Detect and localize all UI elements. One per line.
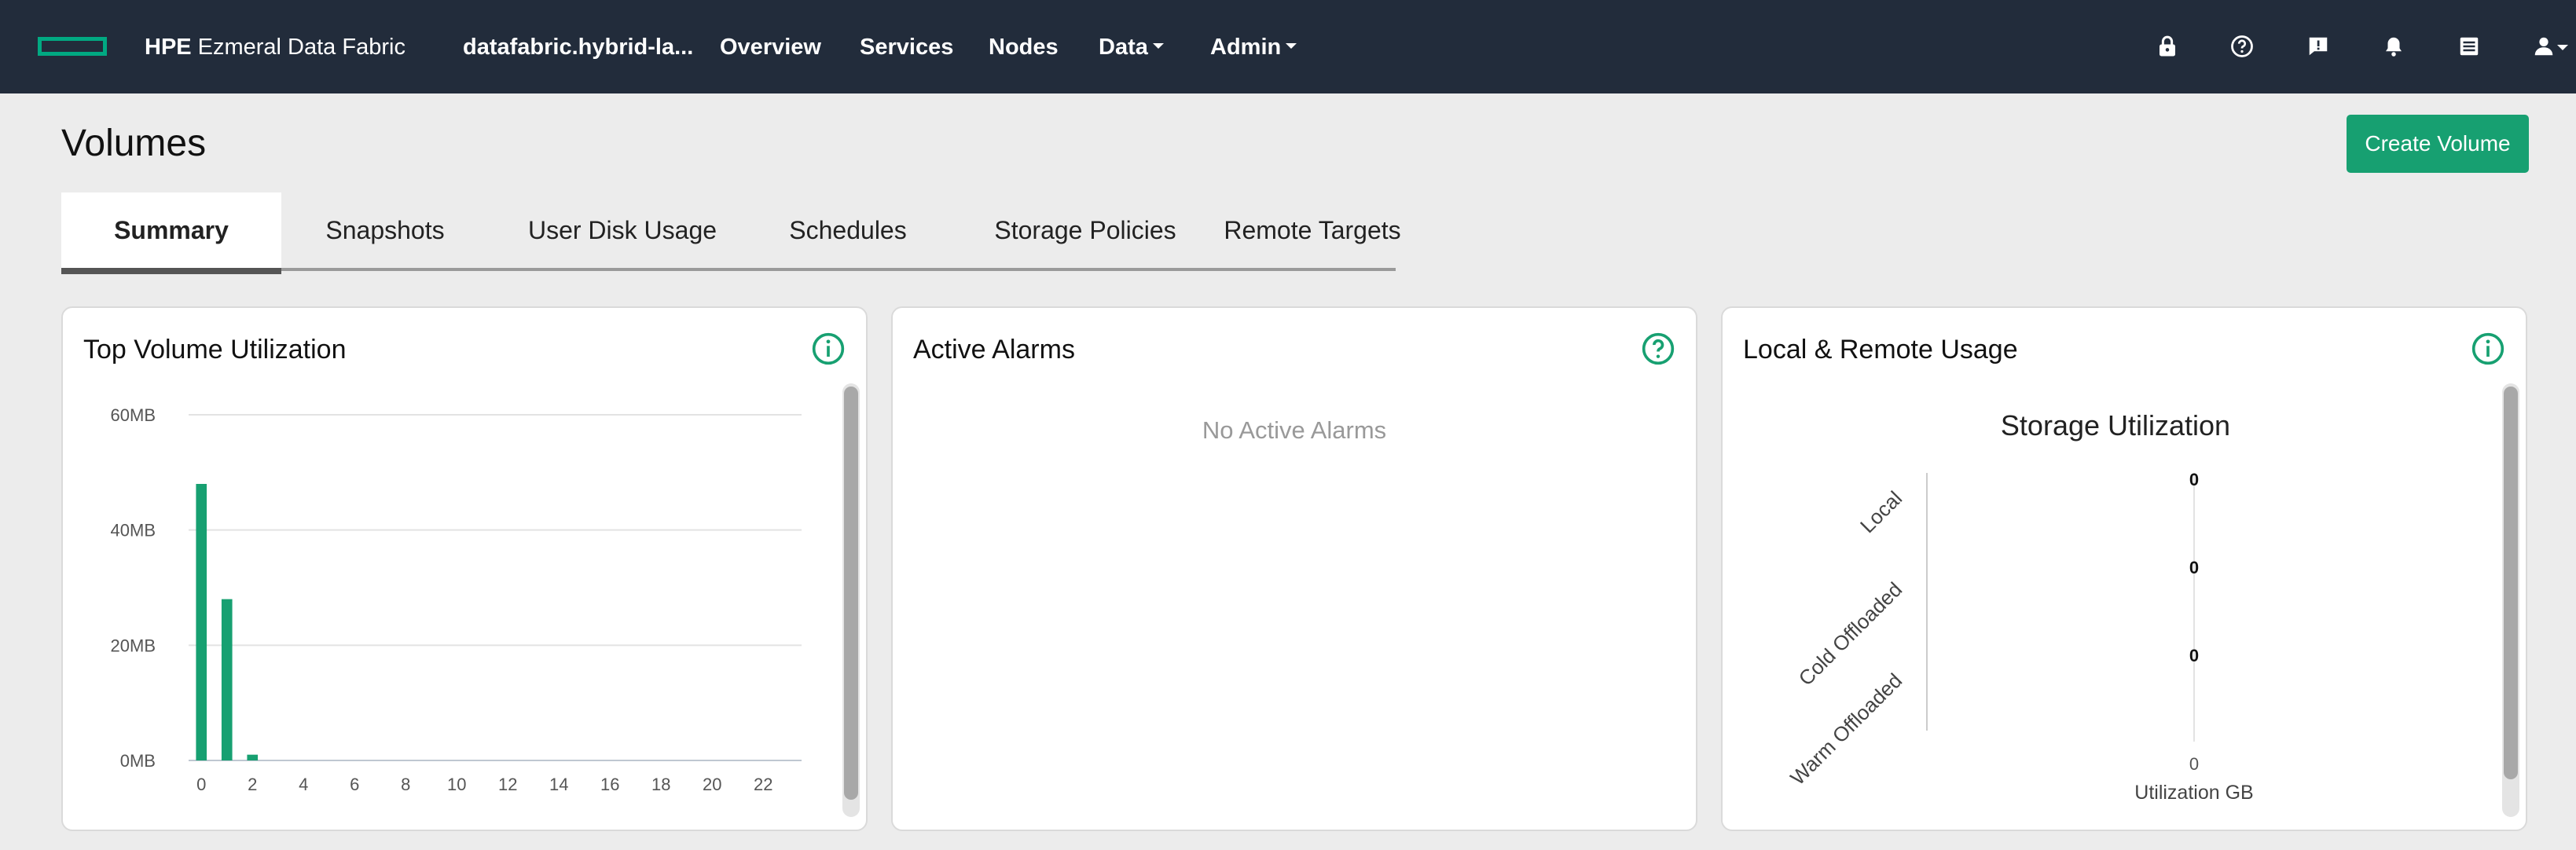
y-tick-label: 20MB	[111, 636, 156, 655]
tab-storage-policies[interactable]: Storage Policies	[963, 192, 1207, 271]
scrollbar[interactable]	[842, 383, 860, 817]
x-tick-label: 16	[600, 775, 619, 794]
chevron-down-icon	[1286, 42, 1297, 49]
storage-utilization-chart: Storage UtilizationLocal0Cold Offloaded0…	[1785, 409, 2254, 804]
category-label: Warm Offloaded	[1785, 669, 1906, 790]
x-tick-label: 10	[447, 775, 466, 794]
card-title: Local & Remote Usage	[1743, 335, 2018, 365]
cluster-name-link[interactable]: datafabric.hybrid-la...	[463, 31, 693, 63]
nav-admin-dropdown[interactable]: Admin	[1210, 31, 1297, 63]
info-icon[interactable]	[2471, 332, 2505, 366]
x-tick-label: 8	[401, 775, 410, 794]
chevron-down-icon	[2557, 45, 2568, 50]
help-icon[interactable]	[2230, 35, 2254, 58]
nav-admin-label: Admin	[1210, 35, 1282, 60]
tab-schedules[interactable]: Schedules	[773, 192, 923, 271]
nav-services[interactable]: Services	[860, 31, 953, 63]
tab-snapshots[interactable]: Snapshots	[314, 192, 456, 271]
x-tick-label: 20	[703, 775, 721, 794]
create-volume-button[interactable]: Create Volume	[2347, 115, 2529, 173]
nav-data-dropdown[interactable]: Data	[1099, 31, 1164, 63]
y-tick-label: 40MB	[111, 521, 156, 540]
top-nav-bar: HPE Ezmeral Data Fabric datafabric.hybrid…	[0, 0, 2576, 93]
user-menu[interactable]	[2532, 35, 2576, 58]
brand-title[interactable]: HPE Ezmeral Data Fabric	[145, 31, 405, 63]
nav-overview[interactable]: Overview	[720, 31, 821, 63]
card-title: Top Volume Utilization	[83, 335, 347, 365]
card-title: Active Alarms	[913, 335, 1075, 365]
info-icon[interactable]	[811, 332, 846, 366]
lock-icon[interactable]	[2156, 35, 2179, 58]
nav-data-label: Data	[1099, 35, 1148, 60]
category-label: Local	[1855, 486, 1906, 537]
no-alarms-message: No Active Alarms	[1202, 416, 1387, 444]
help-icon[interactable]	[1641, 332, 1675, 366]
local-remote-usage-card: Local & Remote Usage Storage Utilization…	[1721, 306, 2527, 831]
brand-bold: HPE	[145, 35, 192, 60]
feedback-icon[interactable]	[2306, 35, 2330, 58]
x-tick-label: 12	[498, 775, 517, 794]
tab-user-disk-usage[interactable]: User Disk Usage	[512, 192, 732, 271]
x-tick-label: 0	[2189, 754, 2199, 774]
scrollbar-thumb[interactable]	[2504, 387, 2518, 779]
hpe-logo[interactable]	[38, 37, 107, 56]
user-icon	[2534, 37, 2553, 56]
tab-summary[interactable]: Summary	[61, 192, 281, 274]
x-axis-label: Utilization GB	[2134, 782, 2253, 804]
x-tick-label: 4	[299, 775, 308, 794]
x-tick-label: 18	[651, 775, 670, 794]
scrollbar-thumb[interactable]	[844, 387, 858, 800]
x-tick-label: 22	[754, 775, 772, 794]
volume-tabs: Summary Snapshots User Disk Usage Schedu…	[61, 192, 1401, 274]
top-volume-utilization-card: Top Volume Utilization 0MB 20MB 40MB 60MB 0 2…	[61, 306, 868, 831]
bell-icon[interactable]	[2382, 35, 2405, 58]
y-tick-label: 60MB	[111, 405, 156, 425]
nav-nodes[interactable]: Nodes	[989, 31, 1059, 63]
data-label: 0	[2189, 470, 2199, 489]
bar[interactable]	[196, 484, 207, 760]
chart-title: Storage Utilization	[2001, 409, 2230, 441]
page-title: Volumes	[61, 123, 207, 164]
x-tick-label: 0	[196, 775, 206, 794]
x-tick-label: 2	[248, 775, 257, 794]
brand-name: Ezmeral Data Fabric	[197, 35, 405, 60]
x-tick-label: 14	[549, 775, 568, 794]
active-alarms-card: Active Alarms No Active Alarms	[891, 306, 1697, 831]
y-tick-label: 0MB	[120, 751, 156, 771]
bar[interactable]	[221, 599, 233, 760]
tab-remote-targets[interactable]: Remote Targets	[1194, 192, 1430, 271]
data-label: 0	[2189, 646, 2199, 665]
scrollbar[interactable]	[2502, 383, 2519, 817]
bar[interactable]	[247, 754, 259, 760]
chevron-down-icon	[1152, 42, 1164, 49]
document-icon[interactable]	[2457, 35, 2481, 58]
volume-utilization-chart: 0MB 20MB 40MB 60MB 0 2 4 6 8 10 12 14 16 18 20 22	[111, 405, 802, 794]
x-tick-label: 6	[350, 775, 359, 794]
data-label: 0	[2189, 558, 2199, 577]
